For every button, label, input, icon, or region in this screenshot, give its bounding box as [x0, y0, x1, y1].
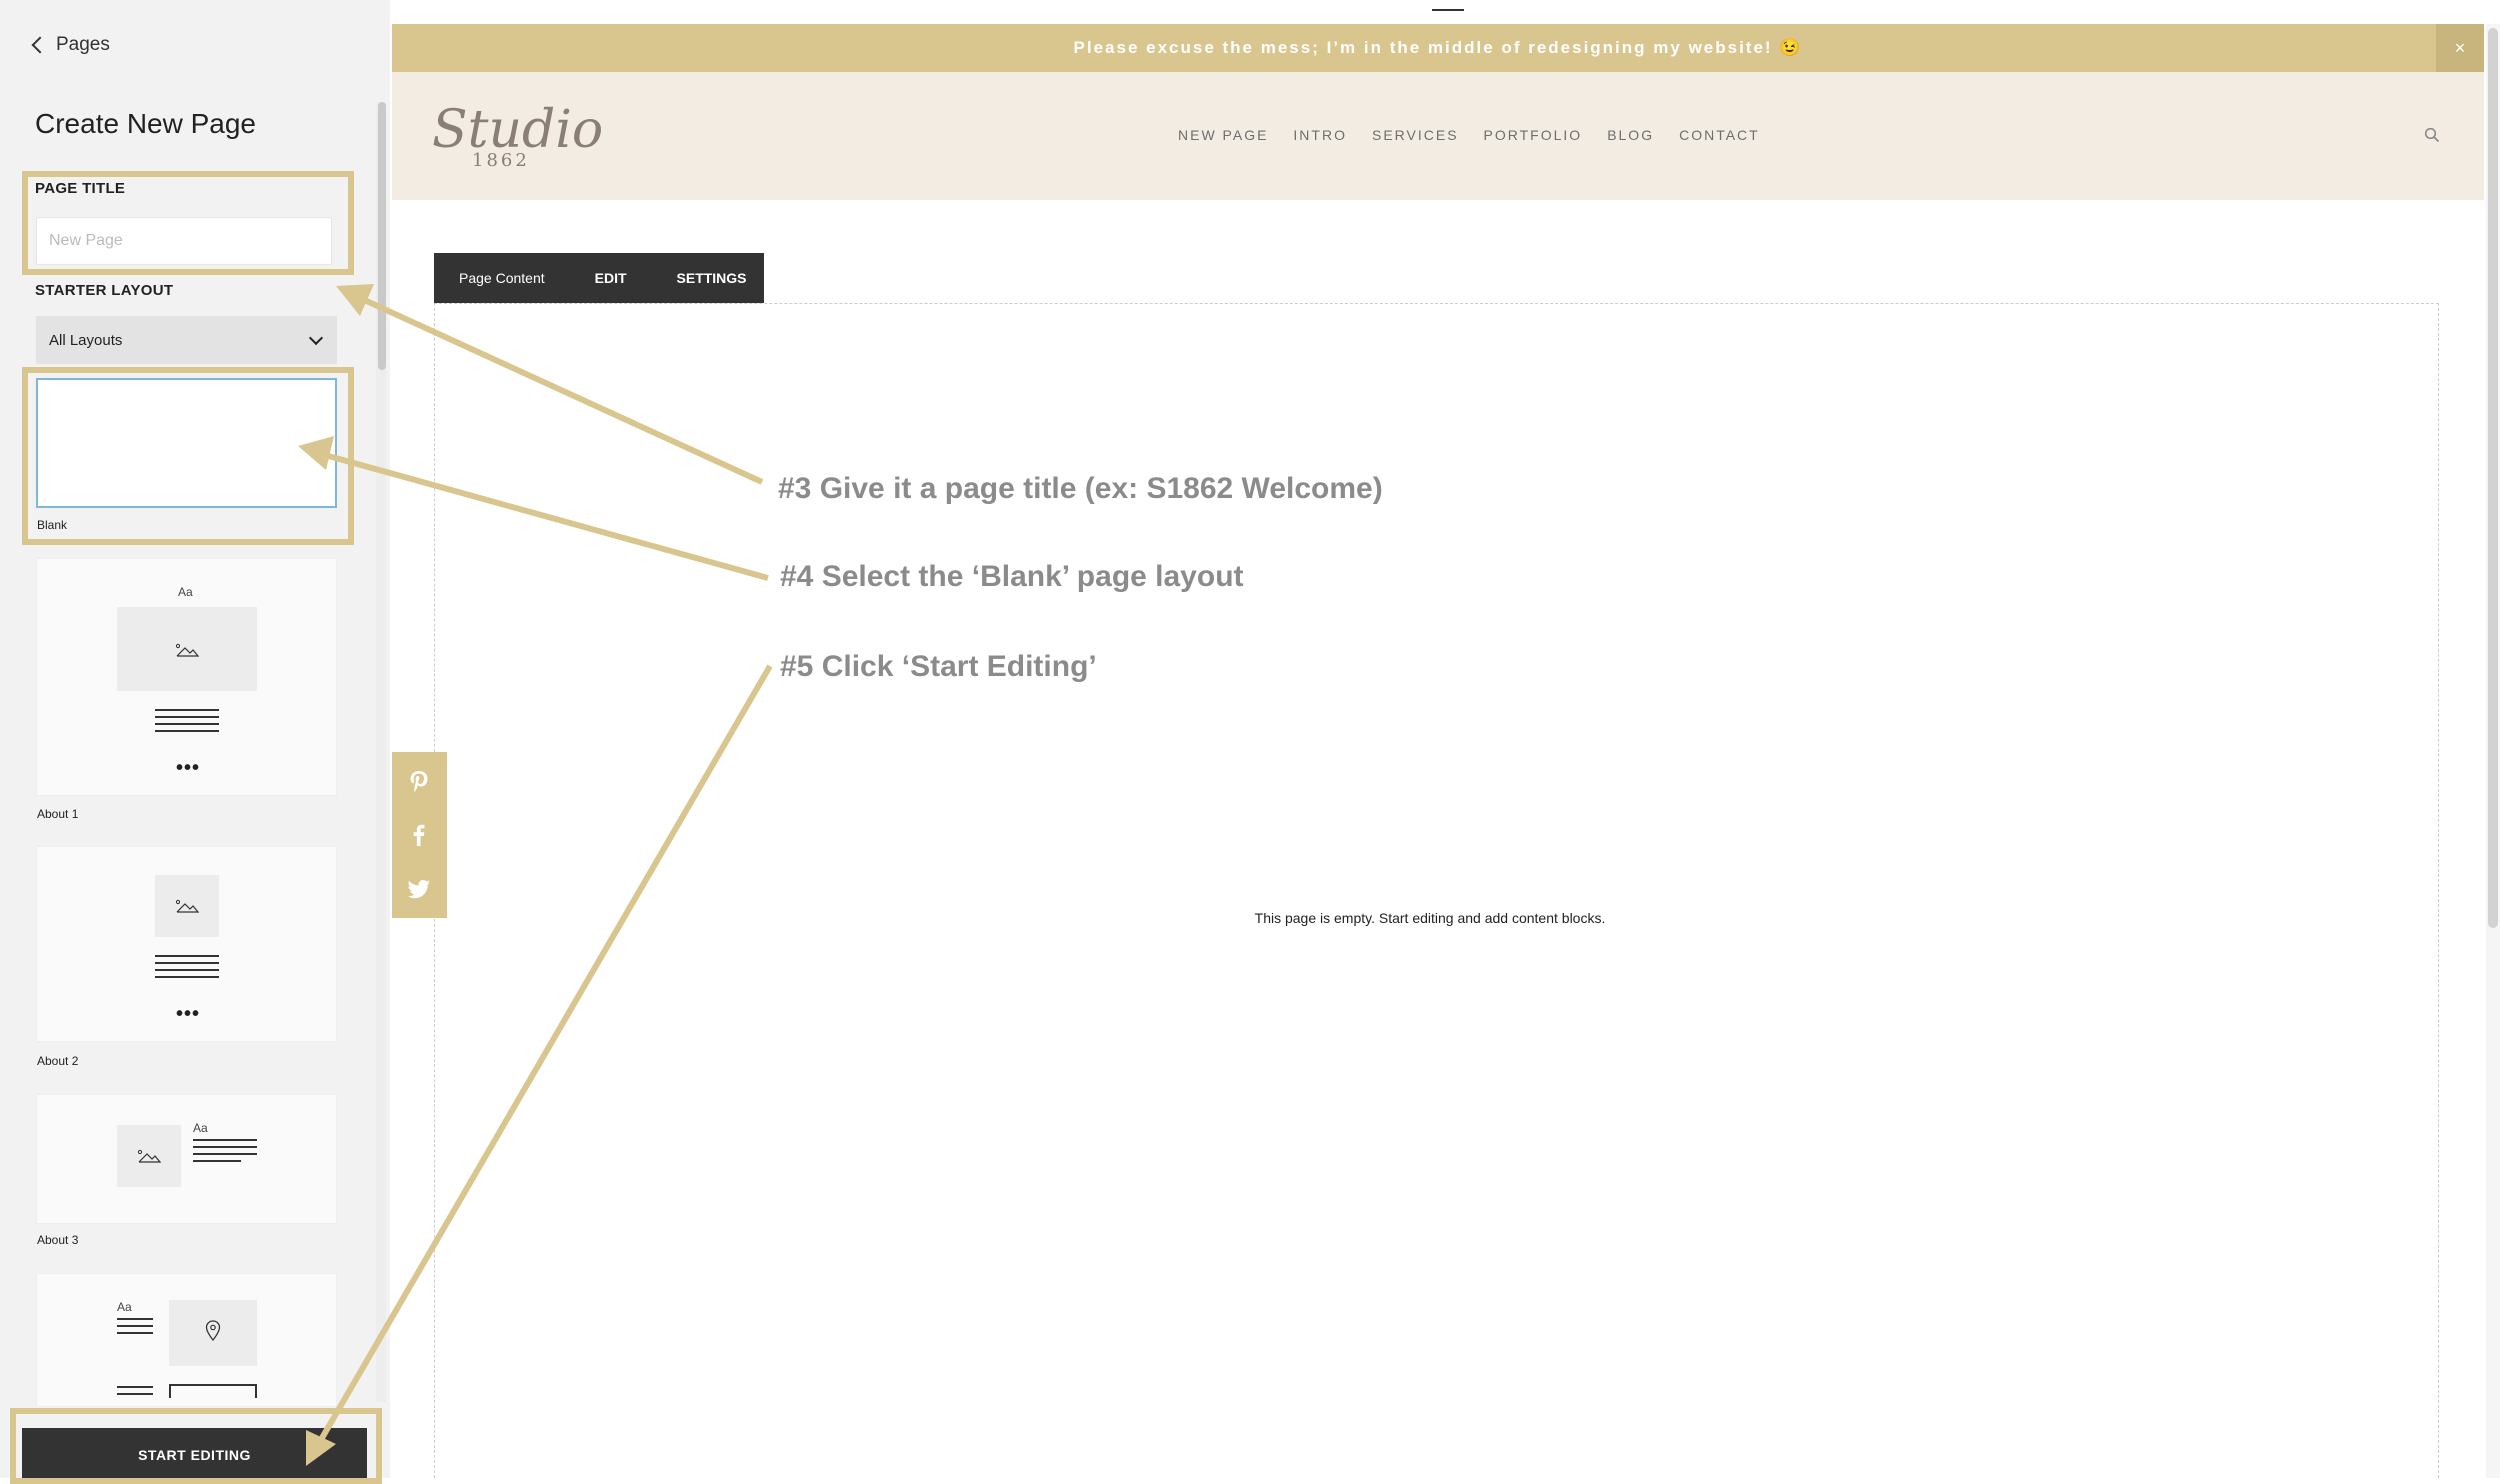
announcement-text: Please excuse the mess; I’m in the middl… [1073, 38, 1803, 57]
image-icon [175, 643, 199, 657]
layout-card-about-1[interactable]: Aa ••• [36, 558, 337, 796]
starter-layout-label: STARTER LAYOUT [35, 282, 174, 299]
nav-item-new-page[interactable]: NEW PAGE [1178, 127, 1268, 143]
annotation-step-5: #5 Click ‘Start Editing’ [780, 650, 1097, 683]
text-lines [155, 955, 219, 983]
preview-scrollbar[interactable] [2488, 28, 2498, 928]
highlight-start-editing [10, 1408, 382, 1484]
facebook-icon[interactable] [406, 822, 432, 848]
more-dots-icon: ••• [176, 1003, 201, 1025]
page-content-area[interactable] [434, 303, 2439, 1478]
text-lines [117, 1318, 153, 1339]
layout-card-about-3[interactable]: Aa [36, 1094, 337, 1224]
sidebar-title: Create New Page [35, 108, 257, 139]
layout-filter-select[interactable]: All Layouts [36, 316, 337, 364]
nav-item-blog[interactable]: BLOG [1607, 127, 1654, 143]
chevron-left-icon [31, 36, 49, 54]
twitter-icon[interactable] [406, 876, 432, 902]
logo-subtext: 1862 [472, 150, 530, 171]
settings-button[interactable]: SETTINGS [677, 270, 747, 286]
nav-item-intro[interactable]: INTRO [1293, 127, 1347, 143]
nav-item-contact[interactable]: CONTACT [1679, 127, 1760, 143]
layout-thumb-text: Aa [178, 585, 193, 599]
image-icon [137, 1149, 161, 1163]
edit-button[interactable]: EDIT [595, 270, 627, 286]
annotation-step-3: #3 Give it a page title (ex: S1862 Welco… [778, 472, 1383, 505]
image-placeholder [117, 1125, 181, 1187]
layout-thumb-text: Aa [117, 1300, 132, 1314]
nav-item-portfolio[interactable]: PORTFOLIO [1484, 127, 1583, 143]
layout-label-about-1: About 1 [37, 807, 79, 821]
highlight-blank-layout [22, 367, 354, 545]
layout-filter-value: All Layouts [49, 331, 123, 349]
map-pin-icon [205, 1320, 221, 1342]
site-nav: NEW PAGE INTRO SERVICES PORTFOLIO BLOG C… [1178, 127, 1760, 143]
annotation-step-4: #4 Select the ‘Blank’ page layout [780, 560, 1244, 593]
site-logo[interactable]: Studio 1862 [432, 100, 603, 180]
search-icon[interactable] [2424, 127, 2440, 143]
layout-label-about-2: About 2 [37, 1054, 79, 1068]
form-field-placeholder [169, 1384, 257, 1398]
chevron-down-icon [308, 330, 324, 346]
pinterest-icon[interactable] [406, 768, 432, 794]
image-placeholder [155, 875, 219, 937]
layout-thumb-text: Aa [193, 1121, 208, 1135]
more-dots-icon: ••• [176, 757, 201, 779]
map-placeholder [169, 1300, 257, 1366]
page-content-toolbar: Page Content EDIT SETTINGS [434, 253, 764, 303]
nav-item-services[interactable]: SERVICES [1372, 127, 1459, 143]
announcement-bar: Please excuse the mess; I’m in the middl… [392, 24, 2484, 72]
text-lines [193, 1139, 257, 1167]
empty-page-message: This page is empty. Start editing and ad… [1254, 910, 1606, 926]
text-lines [155, 709, 219, 737]
image-placeholder [117, 607, 257, 691]
drag-handle[interactable] [1432, 9, 1464, 11]
highlight-page-title [22, 171, 354, 275]
sidebar-scrollbar[interactable] [378, 102, 386, 370]
layout-card-about-2[interactable]: ••• [36, 846, 337, 1042]
announcement-close-button[interactable]: × [2436, 24, 2484, 72]
text-lines [117, 1386, 153, 1400]
page-content-label: Page Content [459, 270, 545, 286]
image-icon [175, 899, 199, 913]
layout-label-about-3: About 3 [37, 1233, 79, 1247]
back-label: Pages [56, 34, 110, 55]
layout-card-contact[interactable]: Aa [36, 1273, 337, 1407]
share-bar [392, 752, 447, 918]
back-to-pages-link[interactable]: Pages [31, 34, 110, 56]
